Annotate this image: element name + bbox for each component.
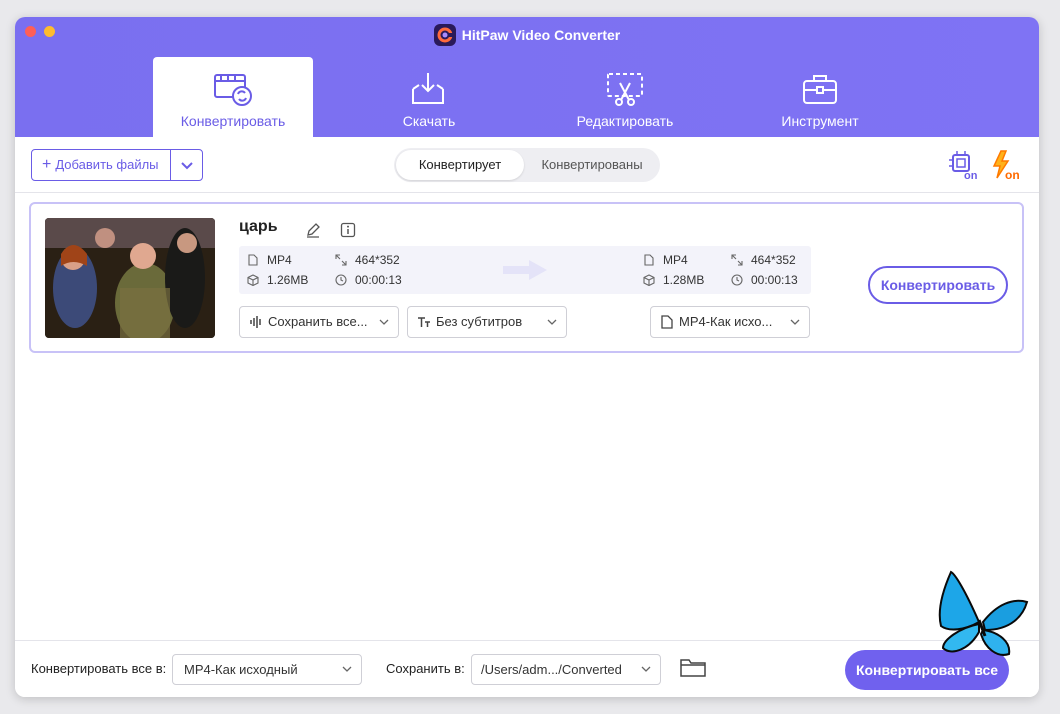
add-files-button[interactable]: + Добавить файлы (32, 150, 170, 180)
chip-icon: on (949, 151, 978, 182)
add-files-dropdown-button[interactable] (171, 150, 203, 180)
app-logo-icon (433, 24, 456, 47)
subtitle-select[interactable]: Без субтитров (407, 306, 567, 338)
target-size-value: 1.28MB (663, 273, 705, 287)
audio-track-value: Сохранить все... (268, 314, 368, 329)
box-icon (643, 274, 655, 286)
title-bar: HitPaw Video Converter Конвертировать Ск (15, 17, 1039, 137)
source-size-value: 1.26MB (267, 273, 309, 287)
tab-edit-label: Редактировать (576, 113, 674, 129)
chevron-down-icon (342, 666, 352, 672)
source-resolution-value: 464*352 (355, 253, 400, 267)
tab-toolbox[interactable]: Инструмент (740, 57, 900, 137)
subtitle-value: Без субтитров (436, 314, 523, 329)
tab-converted[interactable]: Конвертированы (526, 150, 658, 180)
resize-icon (731, 254, 743, 266)
video-thumbnail[interactable] (45, 218, 215, 338)
toolbox-icon (803, 75, 837, 104)
output-format-select[interactable]: MP4-Как исхо... (650, 306, 810, 338)
toolbar: + Добавить файлы Конвертирует Конвертиров… (15, 137, 1039, 193)
hardware-acceleration-button[interactable]: on (947, 150, 979, 182)
target-resolution-value: 464*352 (751, 253, 796, 267)
tab-toolbox-label: Инструмент (781, 113, 859, 129)
arrow-right-icon (503, 260, 547, 280)
lightning-icon: on (992, 150, 1020, 182)
edit-pencil-icon[interactable] (305, 222, 321, 238)
tab-converting[interactable]: Конвертирует (396, 150, 524, 180)
chevron-down-icon (547, 319, 557, 325)
status-segmented-control: Конвертирует Конвертированы (394, 148, 660, 182)
app-title-text: HitPaw Video Converter (461, 27, 621, 43)
clock-icon (335, 274, 347, 286)
save-path-value: /Users/adm.../Converted (481, 662, 622, 677)
folder-icon[interactable] (680, 658, 706, 678)
tab-convert-label: Конвертировать (180, 113, 286, 129)
output-format-value: MP4-Как исхо... (679, 314, 773, 329)
download-tray-icon (412, 73, 444, 104)
audio-track-select[interactable]: Сохранить все... (239, 306, 399, 338)
audio-wave-icon (250, 316, 261, 328)
save-to-label: Сохранить в: (386, 661, 465, 676)
chevron-down-icon (790, 319, 800, 325)
file-card[interactable]: царь MP4 464*352 1.26MB 00:00:13 MP4 464… (29, 202, 1024, 353)
info-icon[interactable] (340, 222, 356, 238)
add-files-label: Добавить файлы (55, 157, 159, 172)
tab-download-label: Скачать (402, 113, 456, 129)
chevron-down-icon (641, 666, 651, 672)
media-info-band: MP4 464*352 1.26MB 00:00:13 MP4 464*352 … (239, 246, 811, 294)
app-title: HitPaw Video Converter (15, 24, 1039, 47)
resize-icon (335, 254, 347, 266)
box-icon (247, 274, 259, 286)
footer-bar: Конвертировать все в: MP4-Как исходный С… (15, 640, 1039, 697)
lightning-speed-button[interactable]: on (991, 150, 1023, 182)
convert-button[interactable]: Конвертировать (868, 266, 1008, 304)
convert-all-format-value: MP4-Как исходный (184, 662, 298, 677)
source-format-value: MP4 (267, 253, 292, 267)
file-name: царь (239, 218, 278, 235)
source-duration-value: 00:00:13 (355, 273, 402, 287)
chevron-down-icon (181, 162, 193, 170)
convert-all-to-label: Конвертировать все в: (31, 661, 167, 676)
tab-edit[interactable]: Редактировать (545, 57, 705, 137)
clock-icon (731, 274, 743, 286)
tab-convert[interactable]: Конвертировать (153, 57, 313, 137)
file-icon (661, 315, 673, 329)
save-path-select[interactable]: /Users/adm.../Converted (471, 654, 661, 685)
add-files-split-button: + Добавить файлы (31, 149, 203, 181)
tab-download[interactable]: Скачать (349, 57, 509, 137)
scissors-screen-icon (607, 73, 643, 106)
chevron-down-icon (379, 319, 389, 325)
film-convert-icon (214, 74, 252, 106)
video-thumbnail-image (45, 218, 215, 338)
file-icon (248, 254, 258, 266)
convert-all-format-select[interactable]: MP4-Как исходный (172, 654, 362, 685)
butterfly-decoration (938, 570, 1029, 656)
target-duration-value: 00:00:13 (751, 273, 798, 287)
plus-icon: + (42, 156, 52, 173)
lightning-label: on (1005, 168, 1020, 180)
text-type-icon (418, 317, 430, 327)
target-format-value: MP4 (663, 253, 688, 267)
file-icon (644, 254, 654, 266)
app-window: HitPaw Video Converter Конвертировать Ск (15, 17, 1039, 697)
hw-accel-label: on (964, 170, 978, 180)
